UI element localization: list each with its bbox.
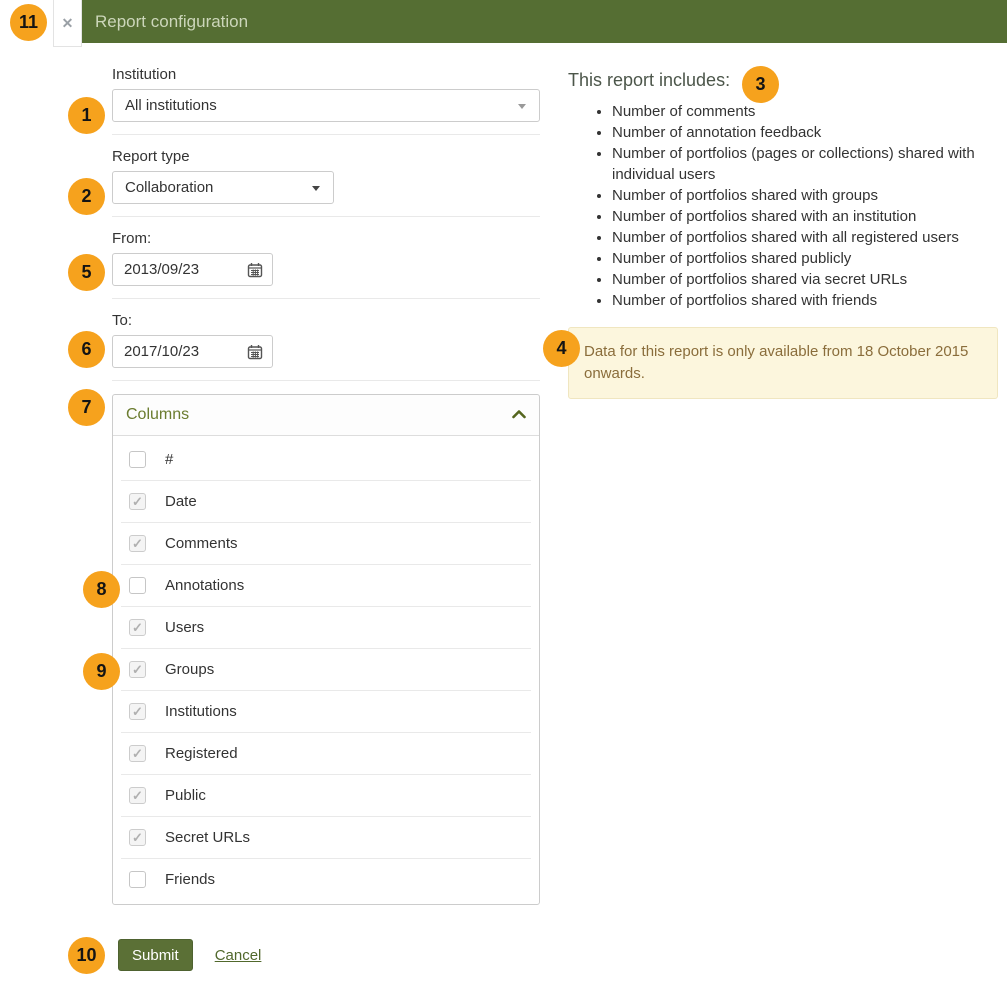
report-include-item: Number of comments bbox=[612, 101, 998, 122]
callout-2: 2 bbox=[68, 178, 105, 215]
close-icon[interactable]: ✕ bbox=[53, 0, 82, 47]
report-include-item: Number of portfolios shared with friends bbox=[612, 290, 998, 311]
report-include-item: Number of portfolios shared publicly bbox=[612, 248, 998, 269]
report-include-item: Number of portfolios shared via secret U… bbox=[612, 269, 998, 290]
date-from-label: From: bbox=[112, 230, 540, 247]
checkbox-label: Users bbox=[165, 619, 204, 636]
checkbox-label: Secret URLs bbox=[165, 829, 250, 846]
column-row: ✓ Registered bbox=[113, 732, 539, 774]
callout-8: 8 bbox=[83, 571, 120, 608]
institution-group: Institution All institutions bbox=[112, 66, 540, 135]
columns-panel-title: Columns bbox=[126, 406, 189, 424]
callout-6: 6 bbox=[68, 331, 105, 368]
institution-label: Institution bbox=[112, 66, 540, 83]
callout-4: 4 bbox=[543, 330, 580, 367]
report-type-group: Report type Collaboration bbox=[112, 148, 540, 217]
column-row: ✓ Institutions bbox=[113, 690, 539, 732]
date-to-group: To: bbox=[112, 312, 540, 381]
report-include-item: Number of annotation feedback bbox=[612, 122, 998, 143]
check-icon: ✓ bbox=[132, 621, 143, 634]
checkbox-label: Comments bbox=[165, 535, 238, 552]
report-include-item: Number of portfolios shared with an inst… bbox=[612, 206, 998, 227]
columns-panel: Columns ✓ # ✓ Date ✓ Comment bbox=[112, 394, 540, 905]
report-type-label: Report type bbox=[112, 148, 540, 165]
checkbox-label: Registered bbox=[165, 745, 238, 762]
checkbox-label: Groups bbox=[165, 661, 214, 678]
checkbox-label: # bbox=[165, 451, 173, 468]
report-includes-list: Number of comments Number of annotation … bbox=[568, 101, 998, 311]
date-to-label: To: bbox=[112, 312, 540, 329]
callout-7: 7 bbox=[68, 389, 105, 426]
checkbox-label: Annotations bbox=[165, 577, 244, 594]
column-row: ✓ # bbox=[113, 438, 539, 480]
dialog-header: Report configuration bbox=[81, 0, 1007, 43]
column-row: ✓ Date bbox=[113, 480, 539, 522]
check-icon: ✓ bbox=[132, 747, 143, 760]
chevron-down-icon bbox=[518, 104, 526, 109]
date-from-group: From: bbox=[112, 230, 540, 299]
checkbox[interactable]: ✓ bbox=[129, 451, 146, 468]
checkbox-label: Friends bbox=[165, 871, 215, 888]
institution-selected-value: All institutions bbox=[125, 97, 217, 114]
date-availability-alert: Data for this report is only available f… bbox=[568, 327, 998, 399]
dialog-title: Report configuration bbox=[81, 12, 248, 32]
chevron-down-icon bbox=[312, 186, 320, 191]
callout-9: 9 bbox=[83, 653, 120, 690]
report-type-select[interactable]: Collaboration bbox=[112, 171, 334, 204]
check-icon: ✓ bbox=[132, 705, 143, 718]
columns-panel-header[interactable]: Columns bbox=[113, 395, 539, 436]
checkbox-label: Public bbox=[165, 787, 206, 804]
checkbox[interactable]: ✓ bbox=[129, 493, 146, 510]
report-include-item: Number of portfolios (pages or collectio… bbox=[612, 143, 998, 185]
column-row: ✓ Public bbox=[113, 774, 539, 816]
report-includes-heading: This report includes: bbox=[568, 70, 998, 91]
checkbox[interactable]: ✓ bbox=[129, 745, 146, 762]
report-include-item: Number of portfolios shared with groups bbox=[612, 185, 998, 206]
form-actions: Submit Cancel bbox=[118, 939, 261, 971]
report-info: This report includes: Number of comments… bbox=[568, 70, 998, 399]
check-icon: ✓ bbox=[132, 789, 143, 802]
checkbox[interactable]: ✓ bbox=[129, 703, 146, 720]
report-include-item: Number of portfolios shared with all reg… bbox=[612, 227, 998, 248]
report-form: Institution All institutions Report type… bbox=[112, 66, 540, 905]
check-icon: ✓ bbox=[132, 537, 143, 550]
chevron-up-icon[interactable] bbox=[512, 406, 526, 424]
checkbox[interactable]: ✓ bbox=[129, 577, 146, 594]
column-row: ✓ Annotations bbox=[113, 564, 539, 606]
callout-1: 1 bbox=[68, 97, 105, 134]
check-icon: ✓ bbox=[132, 663, 143, 676]
checkbox-label: Date bbox=[165, 493, 197, 510]
calendar-icon[interactable] bbox=[247, 344, 263, 365]
check-icon: ✓ bbox=[132, 831, 143, 844]
report-configuration-dialog: Report configuration ✕ 1 2 3 4 5 6 7 8 9… bbox=[0, 0, 1007, 982]
checkbox-label: Institutions bbox=[165, 703, 237, 720]
callout-10: 10 bbox=[68, 937, 105, 974]
callout-3: 3 bbox=[742, 66, 779, 103]
column-row: ✓ Friends bbox=[113, 858, 539, 900]
column-row: ✓ Comments bbox=[113, 522, 539, 564]
checkbox[interactable]: ✓ bbox=[129, 787, 146, 804]
cancel-link[interactable]: Cancel bbox=[215, 947, 262, 964]
columns-list: ✓ # ✓ Date ✓ Comments ✓ Annotations ✓ bbox=[113, 436, 539, 904]
column-row: ✓ Users bbox=[113, 606, 539, 648]
callout-5: 5 bbox=[68, 254, 105, 291]
checkbox[interactable]: ✓ bbox=[129, 871, 146, 888]
checkbox[interactable]: ✓ bbox=[129, 619, 146, 636]
checkbox[interactable]: ✓ bbox=[129, 535, 146, 552]
callout-11: 11 bbox=[10, 4, 47, 41]
column-row: ✓ Groups bbox=[113, 648, 539, 690]
institution-select[interactable]: All institutions bbox=[112, 89, 540, 122]
column-row: ✓ Secret URLs bbox=[113, 816, 539, 858]
check-icon: ✓ bbox=[132, 495, 143, 508]
checkbox[interactable]: ✓ bbox=[129, 829, 146, 846]
checkbox[interactable]: ✓ bbox=[129, 661, 146, 678]
calendar-icon[interactable] bbox=[247, 262, 263, 283]
submit-button[interactable]: Submit bbox=[118, 939, 193, 971]
report-type-selected-value: Collaboration bbox=[125, 179, 213, 196]
